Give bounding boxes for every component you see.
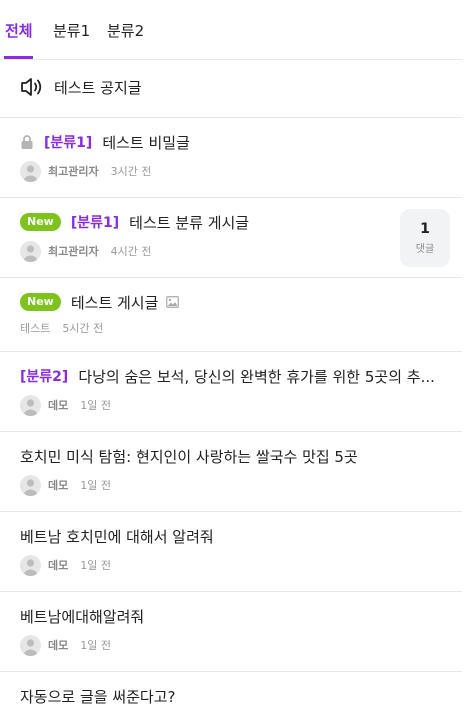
post-time: 4시간 전	[110, 245, 152, 258]
comment-count-box[interactable]: 1 댓글	[400, 209, 450, 267]
post-title[interactable]: 자동으로 글을 써준다고?	[20, 686, 176, 705]
post-author[interactable]: 데모	[48, 477, 68, 493]
avatar	[20, 554, 41, 576]
comment-count: 1	[420, 221, 430, 237]
post-item[interactable]: [분류2] 다낭의 숨은 보석, 당신의 완벽한 휴가를 위한 5곳의 추...…	[0, 352, 462, 432]
avatar	[20, 394, 41, 416]
tab-category-1[interactable]: 분류1	[53, 20, 90, 41]
avatar	[20, 634, 41, 656]
post-category: [분류1]	[70, 215, 120, 231]
post-time: 1일 전	[80, 559, 111, 572]
tab-all[interactable]: 전체	[5, 20, 33, 41]
post-author[interactable]: 최고관리자	[48, 243, 99, 259]
post-time: 1일 전	[80, 639, 111, 652]
new-badge: New	[20, 293, 61, 311]
image-icon	[166, 296, 180, 308]
user-icon	[23, 244, 38, 262]
post-item[interactable]: 베트남 호치민에 대해서 알려줘 데모 1일 전	[0, 512, 462, 592]
post-title[interactable]: 베트남에대해알려줘	[20, 606, 144, 627]
post-time: 1일 전	[80, 399, 111, 412]
avatar	[20, 240, 41, 262]
speaker-icon	[21, 78, 42, 96]
post-title[interactable]: 호치민 미식 탐험: 현지인이 사랑하는 쌀국수 맛집 5곳	[20, 446, 358, 467]
post-item[interactable]: New 테스트 게시글 테스트 5시간 전	[0, 278, 462, 352]
post-title[interactable]: 다낭의 숨은 보석, 당신의 완벽한 휴가를 위한 5곳의 추...	[78, 366, 435, 387]
post-time: 1일 전	[80, 479, 111, 492]
post-title[interactable]: 테스트 게시글	[71, 292, 159, 313]
post-board[interactable]: 테스트	[20, 320, 50, 336]
post-author[interactable]: 최고관리자	[48, 163, 99, 179]
user-icon	[23, 398, 38, 416]
post-item[interactable]: New [분류1] 테스트 분류 게시글 최고관리자 4시간 전	[0, 198, 462, 278]
notice-title: 테스트 공지글	[54, 79, 142, 97]
user-icon	[23, 638, 38, 656]
comment-label: 댓글	[415, 244, 435, 255]
active-tab-indicator	[4, 56, 33, 59]
notice-row[interactable]: 테스트 공지글	[0, 60, 462, 118]
post-title[interactable]: 테스트 분류 게시글	[129, 212, 249, 233]
user-icon	[23, 558, 38, 576]
avatar	[20, 474, 41, 496]
post-author[interactable]: 데모	[48, 557, 68, 573]
tab-category-2[interactable]: 분류2	[107, 20, 144, 41]
post-item[interactable]: 호치민 미식 탐험: 현지인이 사랑하는 쌀국수 맛집 5곳 데모 1일 전	[0, 432, 462, 512]
category-tabs: 전체 분류1 분류2	[0, 0, 462, 60]
post-title[interactable]: 베트남 호치민에 대해서 알려줘	[20, 526, 214, 547]
post-category: [분류1]	[44, 135, 93, 151]
new-badge: New	[20, 213, 61, 231]
avatar	[20, 160, 41, 182]
post-item[interactable]: 베트남에대해알려줘 데모 1일 전	[0, 592, 462, 672]
post-item[interactable]: 자동으로 글을 써준다고?	[0, 672, 462, 705]
post-item[interactable]: [분류1] 테스트 비밀글 최고관리자 3시간 전	[0, 118, 462, 198]
user-icon	[23, 478, 38, 496]
post-author[interactable]: 데모	[48, 397, 68, 413]
post-time: 5시간 전	[62, 322, 104, 335]
post-title[interactable]: 테스트 비밀글	[102, 132, 190, 153]
lock-icon	[21, 135, 33, 149]
post-category: [분류2]	[20, 369, 69, 385]
post-time: 3시간 전	[110, 165, 152, 178]
post-author[interactable]: 데모	[48, 637, 68, 653]
user-icon	[23, 164, 38, 182]
